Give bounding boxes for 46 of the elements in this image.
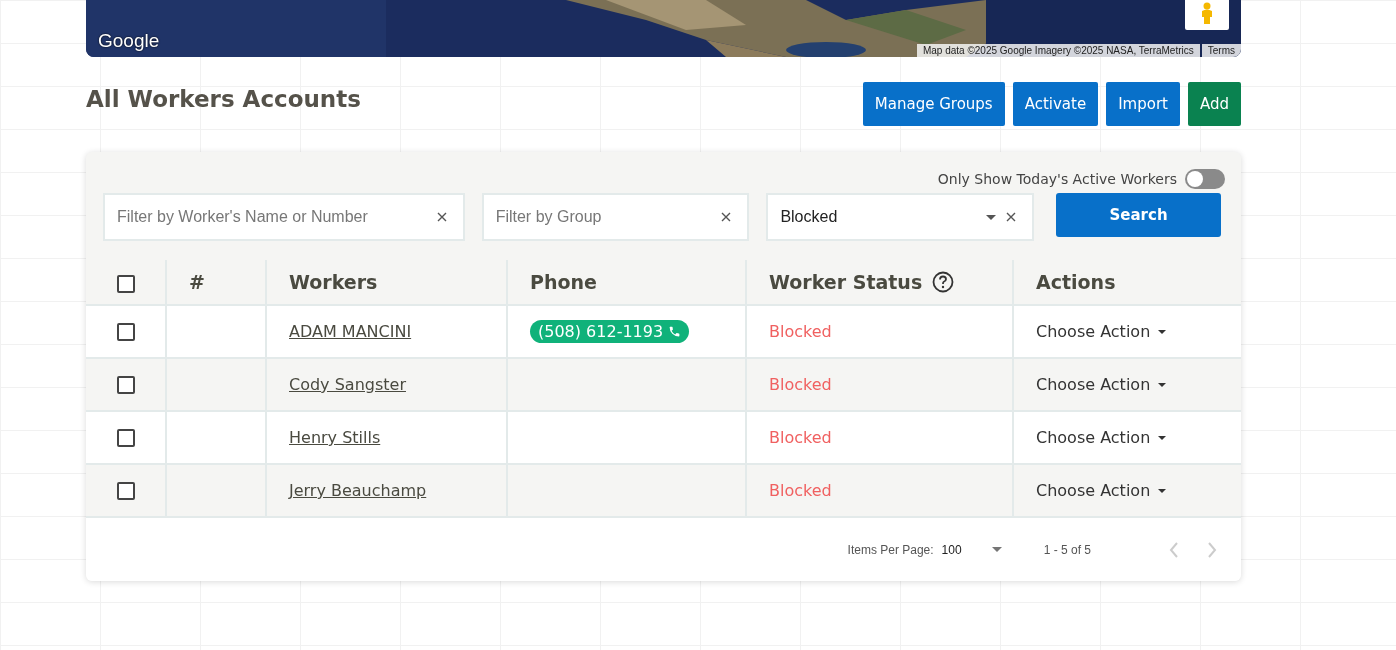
caret-icon bbox=[1158, 329, 1167, 334]
status-text: Blocked bbox=[769, 481, 832, 500]
status-text: Blocked bbox=[769, 375, 832, 394]
worker-link[interactable]: Cody Sangster bbox=[289, 375, 406, 394]
map-attribution: Map data ©2025 Google Imagery ©2025 NASA, TerraMetrics bbox=[916, 44, 1200, 57]
select-all-checkbox[interactable] bbox=[116, 274, 135, 293]
caret-icon bbox=[991, 547, 1002, 552]
row-checkbox[interactable] bbox=[116, 429, 135, 448]
toggle-switch[interactable] bbox=[1185, 169, 1225, 189]
status-text: Blocked bbox=[769, 322, 832, 341]
clear-icon[interactable] bbox=[436, 212, 447, 222]
caret-icon bbox=[986, 214, 997, 220]
row-checkbox[interactable] bbox=[116, 482, 135, 501]
group-filter-field[interactable]: Filter by Group bbox=[481, 193, 750, 241]
caret-icon bbox=[1158, 382, 1167, 387]
column-header: Worker Status bbox=[769, 271, 923, 293]
page-title: All Workers Accounts bbox=[86, 86, 361, 112]
page-range: 1 - 5 of 5 bbox=[1043, 542, 1091, 557]
caret-icon bbox=[1158, 488, 1167, 493]
terms-link[interactable]: Terms bbox=[1201, 44, 1241, 57]
clear-icon[interactable] bbox=[1006, 212, 1017, 222]
worker-link[interactable]: Henry Stills bbox=[289, 428, 381, 447]
caret-icon bbox=[1158, 435, 1167, 440]
items-per-page-label: Items Per Page: bbox=[847, 542, 934, 557]
help-icon[interactable] bbox=[932, 271, 955, 293]
column-header: # bbox=[189, 271, 205, 293]
row-checkbox[interactable] bbox=[116, 323, 135, 342]
column-header: Phone bbox=[530, 271, 597, 293]
status-select[interactable]: Blocked bbox=[766, 193, 1035, 241]
column-header: Actions bbox=[1036, 271, 1116, 293]
map-logo: Google bbox=[98, 30, 160, 52]
status-text: Blocked bbox=[769, 428, 832, 447]
search-button[interactable]: Search bbox=[1056, 193, 1221, 237]
action-button[interactable]: Add bbox=[1187, 82, 1241, 126]
name-filter-field[interactable]: Filter by Worker's Name or Number bbox=[103, 193, 465, 241]
items-per-page-select[interactable]: 100 bbox=[941, 542, 1002, 557]
clear-icon[interactable] bbox=[721, 212, 732, 222]
toggle-label: Only Show Today's Active Workers bbox=[937, 171, 1177, 187]
column-header: Workers bbox=[289, 271, 378, 293]
phone-icon bbox=[668, 325, 682, 338]
action-button[interactable]: Activate bbox=[1012, 82, 1099, 126]
person-icon bbox=[1200, 2, 1214, 24]
action-button[interactable]: Manage Groups bbox=[862, 82, 1005, 126]
action-button[interactable]: Import bbox=[1106, 82, 1180, 126]
row-checkbox[interactable] bbox=[116, 376, 135, 395]
worker-link[interactable]: ADAM MANCINI bbox=[289, 322, 412, 341]
